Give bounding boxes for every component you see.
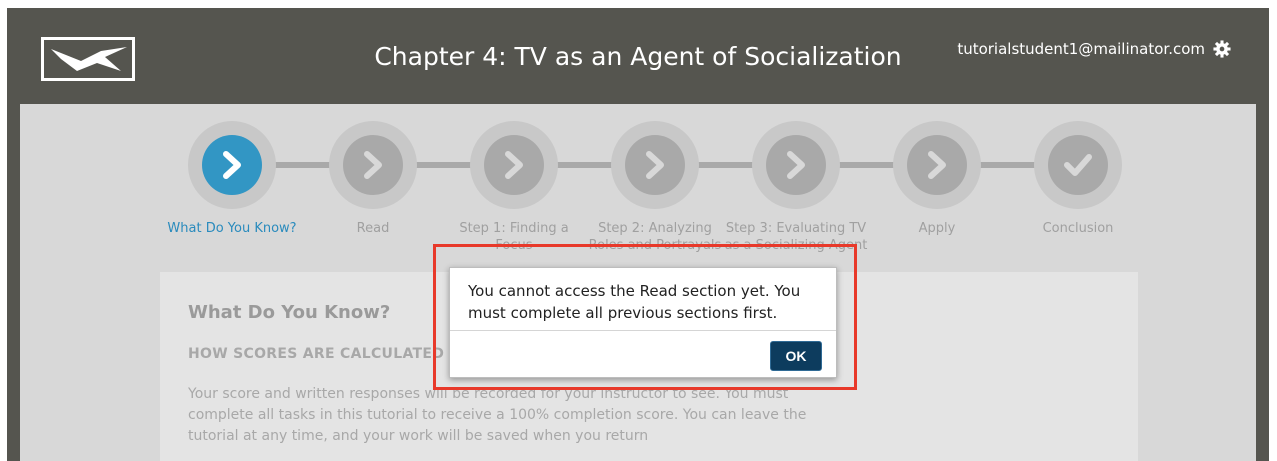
alert-dialog: You cannot access the Read section yet. … <box>449 267 837 378</box>
step-label[interactable]: Conclusion <box>998 220 1158 237</box>
section-subtitle: HOW SCORES ARE CALCULATED <box>188 346 445 362</box>
step-label[interactable]: What Do You Know? <box>152 220 312 237</box>
step-connector <box>411 162 471 168</box>
app-frame: Chapter 4: TV as an Agent of Socializati… <box>7 8 1269 461</box>
step-connector <box>975 162 1035 168</box>
user-menu[interactable]: tutorialstudent1@mailinator.com <box>957 40 1231 58</box>
step-label[interactable]: Read <box>293 220 453 237</box>
ok-button[interactable]: OK <box>770 341 822 371</box>
user-email[interactable]: tutorialstudent1@mailinator.com <box>957 40 1205 58</box>
step-what-do-you-know[interactable] <box>188 121 276 209</box>
dialog-message: You cannot access the Read section yet. … <box>468 282 801 322</box>
step-label[interactable]: Apply <box>857 220 1017 237</box>
step-apply[interactable] <box>893 121 981 209</box>
chevron-right-icon <box>505 151 523 179</box>
step-connector <box>270 162 330 168</box>
section-title: What Do You Know? <box>188 302 391 323</box>
header-bar: Chapter 4: TV as an Agent of Socializati… <box>7 8 1269 104</box>
step-read[interactable] <box>329 121 417 209</box>
chevron-right-icon <box>646 151 664 179</box>
step-connector <box>552 162 612 168</box>
dialog-divider <box>450 330 836 331</box>
chevron-right-icon <box>928 151 946 179</box>
step-connector <box>693 162 753 168</box>
checkmark-icon <box>1064 154 1092 176</box>
step-2-analyzing[interactable] <box>611 121 699 209</box>
section-body: Your score and written responses will be… <box>188 386 807 444</box>
step-connector <box>834 162 894 168</box>
progress-steps: What Do You Know? Read Step 1: Finding a… <box>20 104 1256 254</box>
step-1-finding-a-focus[interactable] <box>470 121 558 209</box>
chevron-right-icon <box>787 151 805 179</box>
step-3-evaluating[interactable] <box>752 121 840 209</box>
chevron-right-icon <box>223 151 241 179</box>
gear-icon[interactable] <box>1213 40 1231 58</box>
chevron-right-icon <box>364 151 382 179</box>
step-conclusion[interactable] <box>1034 121 1122 209</box>
